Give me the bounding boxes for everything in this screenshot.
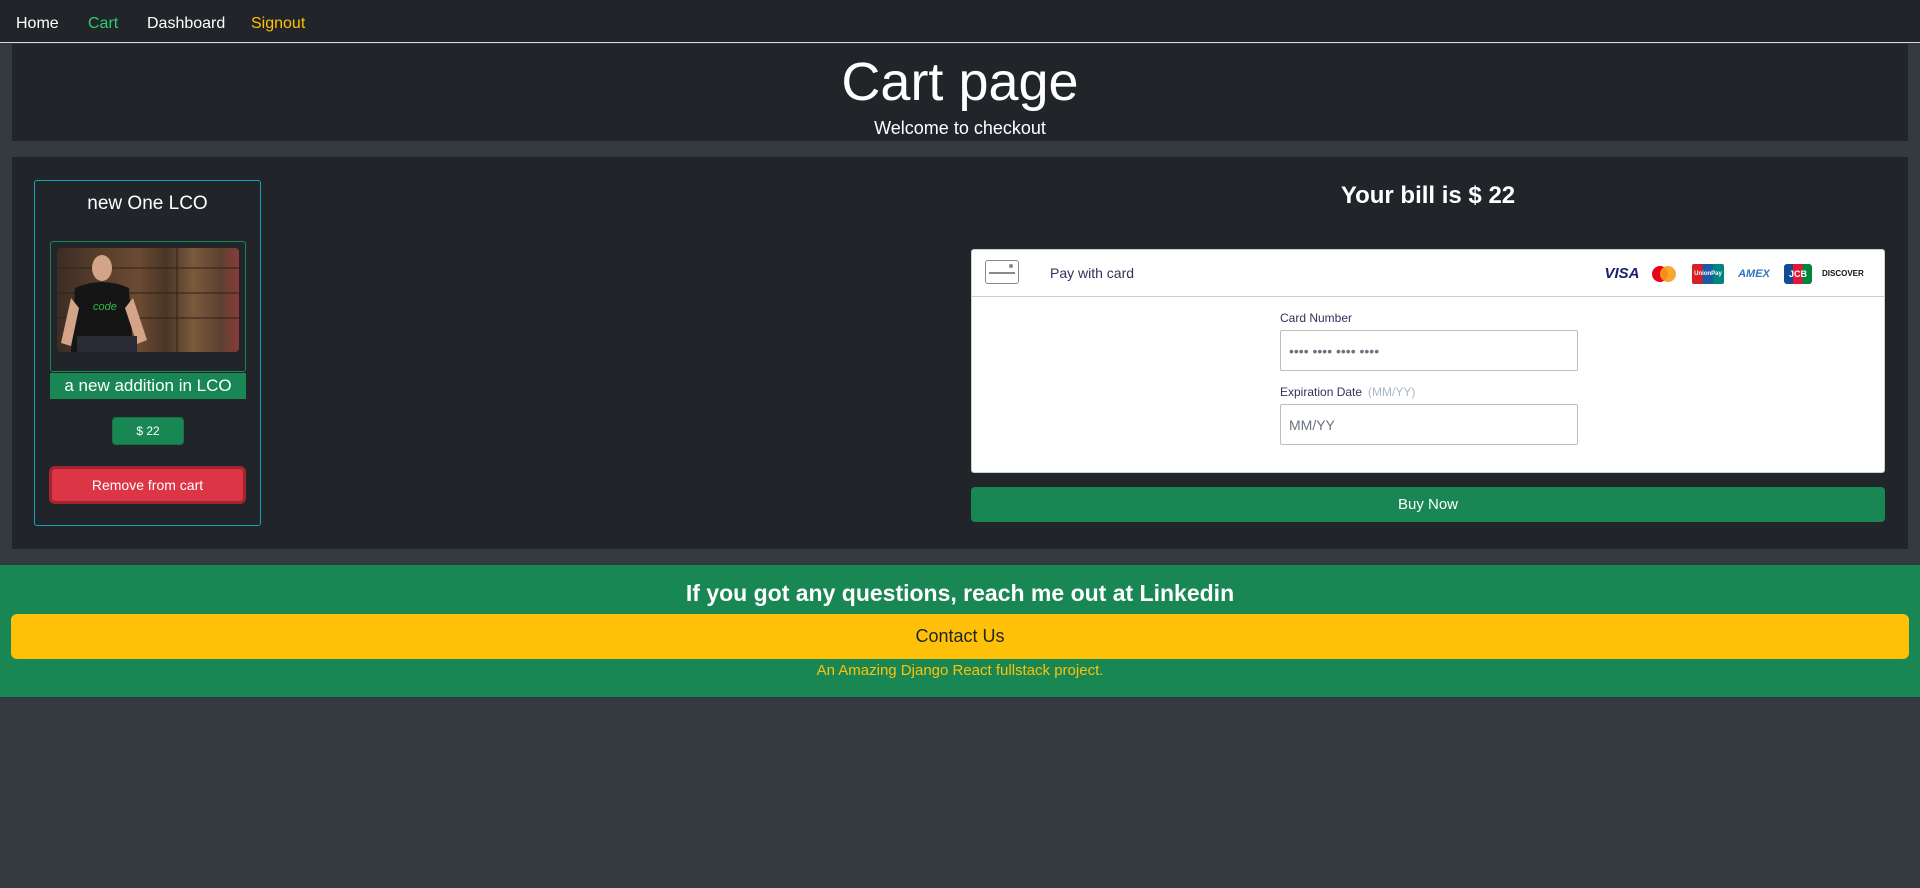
card-number-input[interactable] bbox=[1280, 330, 1578, 371]
footer-note: An Amazing Django React fullstack projec… bbox=[816, 662, 1104, 679]
nav-signout-link[interactable]: Signout bbox=[251, 15, 305, 33]
unionpay-icon: UnionPay bbox=[1692, 264, 1724, 284]
bill-total: Your bill is $ 22 bbox=[1340, 182, 1516, 209]
product-title: new One LCO bbox=[87, 193, 208, 214]
expiration-date-label: Expiration Date (MM/YY) bbox=[1280, 385, 1416, 399]
discover-icon: DISCOVER bbox=[1822, 269, 1864, 278]
remove-from-cart-button[interactable]: Remove from cart bbox=[49, 466, 246, 504]
product-image-frame: code bbox=[50, 241, 246, 372]
card-number-label: Card Number bbox=[1280, 311, 1353, 325]
page-subtitle: Welcome to checkout bbox=[874, 118, 1046, 138]
expiration-date-hint: (MM/YY) bbox=[1368, 385, 1416, 399]
payment-form-header: Pay with card VISA UnionPay AMEX JCB DIS… bbox=[972, 250, 1884, 297]
mastercard-icon bbox=[1648, 265, 1680, 283]
credit-card-icon bbox=[985, 260, 1019, 284]
svg-text:code: code bbox=[93, 301, 117, 313]
product-price-badge: $ 22 bbox=[112, 417, 184, 445]
product-card: new One LCO code a new addition in LCO $… bbox=[34, 180, 261, 526]
nav-cart-link[interactable]: Cart bbox=[88, 15, 118, 33]
visa-icon: VISA bbox=[1604, 265, 1640, 282]
pay-with-card-label: Pay with card bbox=[1050, 265, 1135, 281]
contact-us-button[interactable]: Contact Us bbox=[11, 614, 1909, 659]
product-image: code bbox=[57, 248, 239, 352]
footer-title: If you got any questions, reach me out a… bbox=[685, 580, 1235, 606]
nav-home-link[interactable]: Home bbox=[16, 15, 59, 33]
payment-form: Pay with card VISA UnionPay AMEX JCB DIS… bbox=[971, 249, 1885, 473]
jcb-icon: JCB bbox=[1784, 264, 1812, 284]
page-title: Cart page bbox=[841, 52, 1079, 112]
buy-now-button[interactable]: Buy Now bbox=[971, 487, 1885, 522]
tshirt-product-photo-icon: code bbox=[57, 248, 239, 352]
expiration-date-input[interactable] bbox=[1280, 404, 1578, 445]
nav-dashboard-link[interactable]: Dashboard bbox=[147, 15, 225, 33]
product-description: a new addition in LCO bbox=[50, 373, 246, 399]
navbar: Home Cart Dashboard Signout bbox=[0, 0, 1920, 43]
page-header: Cart page Welcome to checkout bbox=[12, 44, 1908, 141]
footer: If you got any questions, reach me out a… bbox=[0, 565, 1920, 697]
amex-icon: AMEX bbox=[1738, 268, 1770, 280]
